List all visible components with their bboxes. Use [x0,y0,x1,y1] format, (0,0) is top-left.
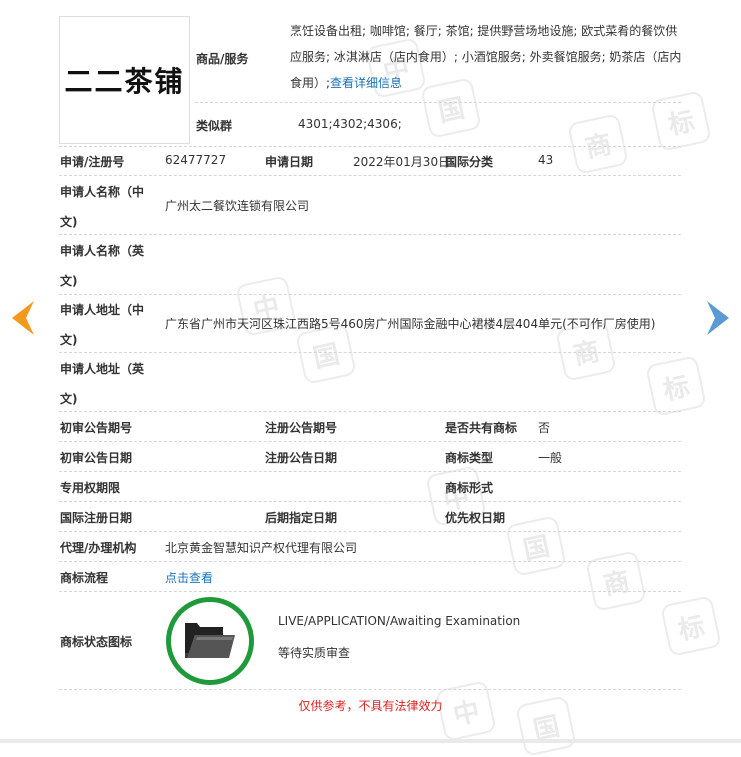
intl-reg-date-label: 国际注册日期 [60,511,133,525]
address-cn-label: 申请人地址（中 [60,303,145,317]
disclaimer-notice: 仅供参考，不具有法律效力 [298,699,443,713]
divider [59,175,681,176]
applicant-cn-label-cont: 文) [60,215,78,229]
intl-class-value: 43 [538,153,554,167]
agency-value: 北京黄金智慧知识产权代理有限公司 [165,541,358,555]
exclusive-label: 专用权期限 [60,481,121,495]
status-badge [166,597,254,685]
next-arrow-icon[interactable] [705,299,733,337]
divider [59,689,681,690]
watermark-char: 标 [645,355,707,417]
intl-class-label: 国际分类 [445,155,494,169]
divider [59,591,681,592]
divider [59,531,681,532]
app-no-value: 62477727 [165,153,227,167]
divider [59,411,681,412]
address-cn-label-cont: 文) [60,333,78,347]
applicant-cn-value: 广州太二餐饮连锁有限公司 [165,199,310,213]
later-date-label: 后期指定日期 [265,511,338,525]
watermark-char: 国 [295,323,357,385]
folder-icon [185,623,235,658]
divider [59,441,681,442]
divider [59,352,681,353]
trademark-logo-text: 二二茶铺 [64,65,185,98]
divider [59,471,681,472]
status-cn: 等待实质审查 [278,646,351,660]
goods-text: 烹饪设备出租; 咖啡馆; 餐厅; 茶馆; 提供野营场地设施; 欧式菜肴的餐饮供应… [290,18,682,96]
prelim-no-label: 初审公告期号 [60,421,133,435]
divider [195,102,681,103]
status-icon-label: 商标状态图标 [60,635,133,649]
prev-arrow-icon[interactable] [8,299,36,337]
watermark-char: 商 [585,550,647,612]
app-no-label: 申请/注册号 [60,155,125,169]
priority-date-label: 优先权日期 [445,511,506,525]
goods-detail-link[interactable]: 查看详细信息 [330,76,402,90]
tm-type-label: 商标类型 [445,451,494,465]
tm-form-label: 商标形式 [445,481,494,495]
reg-no-label: 注册公告期号 [265,421,338,435]
divider [59,234,681,235]
flow-label: 商标流程 [60,571,109,585]
divider [59,501,681,502]
address-en-label: 申请人地址（英 [60,362,145,376]
goods-label: 商品/服务 [196,52,249,66]
watermark-char: 标 [660,595,722,657]
reg-date-label: 注册公告日期 [265,451,338,465]
watermark-char: 标 [650,90,712,152]
applicant-en-label-cont: 文) [60,274,78,288]
address-en-label-cont: 文) [60,392,78,406]
app-date-value: 2022年01月30日 [353,155,451,169]
similar-group-label: 类似群 [196,119,233,133]
similar-group-value: 4301;4302;4306; [298,117,402,131]
applicant-cn-label: 申请人名称（中 [60,185,145,199]
watermark-char: 国 [505,515,567,577]
agency-label: 代理/办理机构 [60,541,137,555]
tm-type-value: 一般 [538,451,563,465]
app-date-label: 申请日期 [265,155,314,169]
applicant-en-label: 申请人名称（英 [60,244,145,258]
divider [59,294,681,295]
shared-value: 否 [538,421,551,435]
divider [59,561,681,562]
status-en: LIVE/APPLICATION/Awaiting Examination [278,614,521,628]
shared-label: 是否共有商标 [445,421,518,435]
prelim-date-label: 初审公告日期 [60,451,133,465]
watermark-char: 商 [567,113,629,175]
flow-link[interactable]: 点击查看 [165,569,213,586]
bottom-bar [0,739,741,743]
address-cn-value: 广东省广州市天河区珠江西路5号460房广州国际金融中心裙楼4层404单元(不可作… [165,317,656,331]
trademark-image: 二二茶铺 [59,16,190,144]
divider [59,146,681,147]
